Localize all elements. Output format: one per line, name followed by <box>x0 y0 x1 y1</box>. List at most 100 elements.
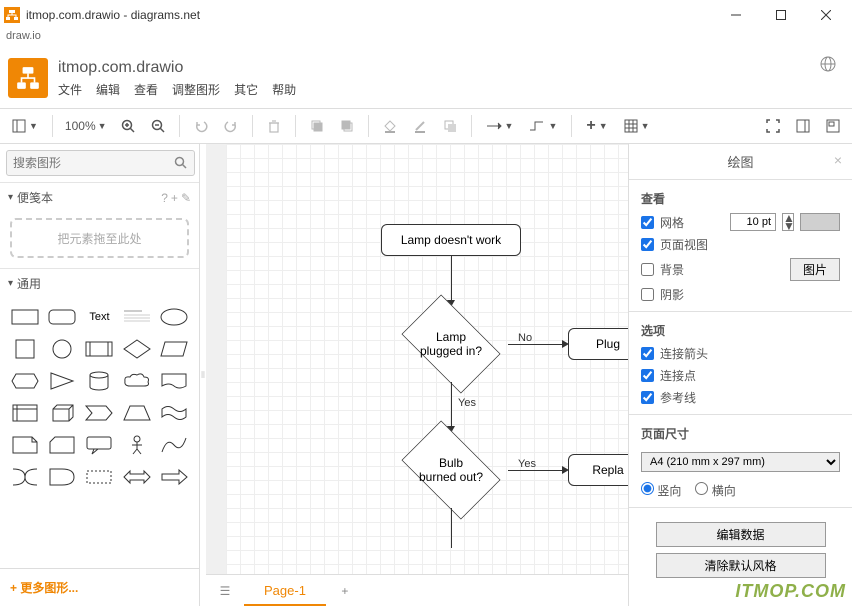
paper-size-select[interactable]: A4 (210 mm x 297 mm) <box>641 452 840 472</box>
scratch-help-icon[interactable]: ? <box>161 191 168 205</box>
shape-heading[interactable] <box>120 304 153 330</box>
fullscreen-button[interactable] <box>760 113 786 139</box>
grid-size-spinner[interactable]: ▲▼ <box>782 213 794 231</box>
shape-parallelogram[interactable] <box>158 336 191 362</box>
framework-label: draw.io <box>0 30 852 48</box>
menu-extras[interactable]: 其它 <box>234 81 258 98</box>
reset-style-button[interactable]: 清除默认风格 <box>656 553 826 578</box>
shape-callout[interactable] <box>83 432 116 458</box>
portrait-radio[interactable] <box>641 482 654 495</box>
paper[interactable]: Lamp doesn't work Lamp plugged in? No Pl… <box>226 144 628 574</box>
page-tab-1[interactable]: Page-1 <box>244 576 326 606</box>
zoom-control[interactable]: 100% ▼ <box>61 119 111 133</box>
scratchpad-section[interactable]: ▾便笺本 ?+✎ <box>0 182 199 212</box>
shape-trapezoid[interactable] <box>120 400 153 426</box>
edge-label-yes-1[interactable]: Yes <box>458 397 476 409</box>
scratch-edit-icon[interactable]: ✎ <box>181 191 191 205</box>
canvas[interactable]: Lamp doesn't work Lamp plugged in? No Pl… <box>206 144 628 574</box>
shape-square[interactable] <box>8 336 41 362</box>
grid-checkbox[interactable] <box>641 216 654 229</box>
landscape-radio[interactable] <box>695 482 708 495</box>
zoom-out-button[interactable] <box>145 113 171 139</box>
image-button[interactable]: 图片 <box>790 258 840 281</box>
shadow-checkbox[interactable] <box>641 288 654 301</box>
delete-button[interactable] <box>261 113 287 139</box>
to-back-button[interactable] <box>334 113 360 139</box>
shape-cube[interactable] <box>45 400 78 426</box>
shape-text[interactable]: Text <box>83 304 116 330</box>
conn-point-checkbox[interactable] <box>641 369 654 382</box>
conn-arrow-checkbox[interactable] <box>641 347 654 360</box>
pages-menu-button[interactable]: ☰ <box>212 578 238 604</box>
scratchpad-dropzone[interactable]: 把元素拖至此处 <box>10 218 189 258</box>
flow-node-replace[interactable]: Repla <box>568 454 628 486</box>
line-color-button[interactable] <box>407 113 433 139</box>
shape-process[interactable] <box>83 336 116 362</box>
shape-internal-storage[interactable] <box>8 400 41 426</box>
language-icon[interactable] <box>820 56 836 75</box>
guides-checkbox[interactable] <box>641 391 654 404</box>
waypoint-style-button[interactable]: ▼ <box>523 113 563 139</box>
menu-edit[interactable]: 编辑 <box>96 81 120 98</box>
more-shapes-button[interactable]: + 更多图形... <box>0 568 199 606</box>
minimize-button[interactable] <box>713 1 758 29</box>
scratch-add-icon[interactable]: + <box>171 191 178 205</box>
add-page-button[interactable]: + <box>332 578 358 604</box>
undo-button[interactable] <box>188 113 214 139</box>
general-section[interactable]: ▾通用 <box>0 268 199 298</box>
outline-button[interactable] <box>820 113 846 139</box>
shape-ellipse[interactable] <box>158 304 191 330</box>
flow-node-decision-2[interactable]: Bulb burned out? <box>391 430 511 510</box>
shape-circle[interactable] <box>45 336 78 362</box>
edge-label-no[interactable]: No <box>518 332 532 344</box>
menu-view[interactable]: 查看 <box>134 81 158 98</box>
shape-arrow[interactable] <box>158 464 191 490</box>
close-button[interactable] <box>803 1 848 29</box>
shape-card[interactable] <box>45 432 78 458</box>
edge-label-yes-2[interactable]: Yes <box>518 458 536 470</box>
shape-triangle[interactable] <box>45 368 78 394</box>
shape-actor[interactable] <box>120 432 153 458</box>
shape-data-store[interactable] <box>83 464 116 490</box>
edit-data-button[interactable]: 编辑数据 <box>656 522 826 547</box>
menu-arrange[interactable]: 调整图形 <box>172 81 220 98</box>
shape-note[interactable] <box>8 432 41 458</box>
to-front-button[interactable] <box>304 113 330 139</box>
view-menu-button[interactable]: ▼ <box>6 113 44 139</box>
format-panel-button[interactable] <box>790 113 816 139</box>
shadow-button[interactable] <box>437 113 463 139</box>
shape-rectangle[interactable] <box>8 304 41 330</box>
shape-or[interactable] <box>8 464 41 490</box>
flow-node-plug[interactable]: Plug <box>568 328 628 360</box>
shape-cylinder[interactable] <box>83 368 116 394</box>
shape-hexagon[interactable] <box>8 368 41 394</box>
shape-diamond[interactable] <box>120 336 153 362</box>
flow-node-start[interactable]: Lamp doesn't work <box>381 224 521 256</box>
search-input[interactable] <box>6 150 195 176</box>
redo-button[interactable] <box>218 113 244 139</box>
grid-color-button[interactable] <box>800 213 840 231</box>
search-icon[interactable] <box>174 156 187 172</box>
connection-style-button[interactable]: ▼ <box>480 113 520 139</box>
pageview-checkbox[interactable] <box>641 238 654 251</box>
shape-arrow-bidir[interactable] <box>120 464 153 490</box>
shape-document[interactable] <box>158 368 191 394</box>
shape-curve[interactable] <box>158 432 191 458</box>
shape-cloud[interactable] <box>120 368 153 394</box>
shape-rounded-rect[interactable] <box>45 304 78 330</box>
insert-button[interactable]: +▼ <box>580 113 613 139</box>
zoom-in-button[interactable] <box>115 113 141 139</box>
menu-file[interactable]: 文件 <box>58 81 82 98</box>
background-checkbox[interactable] <box>641 263 654 276</box>
table-button[interactable]: ▼ <box>618 113 656 139</box>
menu-help[interactable]: 帮助 <box>272 81 296 98</box>
document-title[interactable]: itmop.com.drawio <box>58 59 844 77</box>
shape-and[interactable] <box>45 464 78 490</box>
fill-color-button[interactable] <box>377 113 403 139</box>
flow-node-decision-1[interactable]: Lamp plugged in? <box>391 304 511 384</box>
maximize-button[interactable] <box>758 1 803 29</box>
shape-step[interactable] <box>83 400 116 426</box>
shape-tape[interactable] <box>158 400 191 426</box>
grid-size-input[interactable] <box>730 213 776 231</box>
panel-close-icon[interactable]: × <box>834 152 842 168</box>
